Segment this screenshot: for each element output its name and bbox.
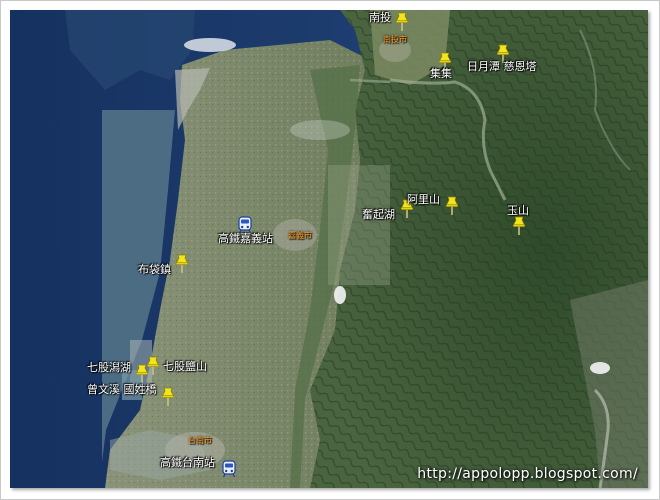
place-label-qigu-salt-mountain: 七股鹽山 xyxy=(163,360,207,373)
pushpin-icon[interactable] xyxy=(394,12,410,32)
pushpin-icon[interactable] xyxy=(145,356,161,376)
place-label-budai: 布袋鎮 xyxy=(138,263,171,276)
place-label-qigu-lagoon: 七股潟湖 xyxy=(87,361,131,374)
place-label-alishan: 阿里山 xyxy=(407,193,440,206)
place-label-fenqihu: 奮起湖 xyxy=(362,208,395,221)
city-label-nantou: 南投市 xyxy=(383,35,407,44)
station-label-tainan: 高鐵台南站 xyxy=(160,456,215,469)
city-label-chiayi: 嘉義市 xyxy=(288,231,312,240)
place-label-jiji: 集集 xyxy=(430,67,452,80)
train-icon[interactable] xyxy=(221,460,237,478)
city-label-tainan: 台南市 xyxy=(188,436,212,445)
station-label-chiayi: 高鐵嘉義站 xyxy=(218,232,273,245)
pushpin-icon[interactable] xyxy=(160,387,176,407)
place-label-yushan: 玉山 xyxy=(507,204,529,217)
place-label-guoxing-bridge: 曾文溪 國姓橋 xyxy=(87,383,157,396)
place-label-sun-moon-lake: 日月潭 慈恩塔 xyxy=(467,60,537,73)
pushpin-icon[interactable] xyxy=(444,196,460,216)
pushpin-icon[interactable] xyxy=(174,254,190,274)
pushpin-icon[interactable] xyxy=(511,216,527,236)
place-label-nantou: 南投 xyxy=(369,11,391,24)
photo-frame: 南投市 嘉義市 台南市 南投 集集 日月潭 慈恩塔 阿里山 奮起湖 玉山 布袋鎮… xyxy=(0,0,660,500)
watermark-url: http://appolopp.blogspot.com/ xyxy=(417,466,638,482)
satellite-map[interactable]: 南投市 嘉義市 台南市 南投 集集 日月潭 慈恩塔 阿里山 奮起湖 玉山 布袋鎮… xyxy=(10,10,648,488)
satellite-terrain xyxy=(10,10,648,488)
